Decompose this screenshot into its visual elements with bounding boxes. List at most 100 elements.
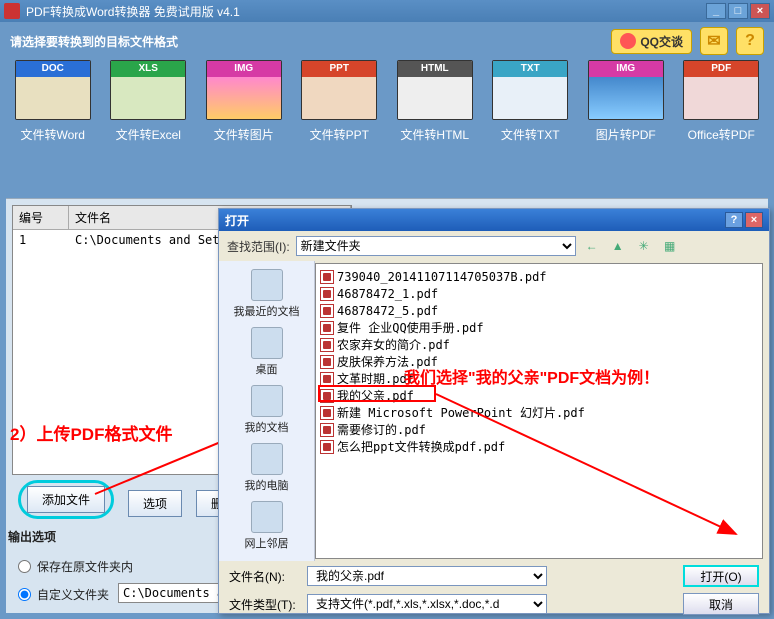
open-dialog: 打开 ? × 查找范围(I): 新建文件夹 ← ▲ ✳ ▦ 我最近的文档桌面我的… xyxy=(218,208,770,614)
back-icon[interactable]: ← xyxy=(582,236,602,256)
tile-label: 文件转图片 xyxy=(214,126,274,143)
pdf-icon xyxy=(320,270,334,284)
add-file-button[interactable]: 添加文件 xyxy=(27,486,105,513)
place-3[interactable]: 我的电脑 xyxy=(243,441,291,495)
format-tile-7[interactable]: PDFOffice转PDF xyxy=(683,60,761,143)
place-icon xyxy=(251,269,283,301)
file-name: 需要修订的.pdf xyxy=(337,421,426,438)
app-title: PDF转换成Word转换器 免费试用版 v4.1 xyxy=(26,3,704,20)
file-item[interactable]: 农家弃女的简介.pdf xyxy=(320,336,758,353)
radio-custom-input[interactable] xyxy=(18,588,31,601)
place-0[interactable]: 我最近的文档 xyxy=(232,267,302,321)
dialog-help-button[interactable]: ? xyxy=(725,212,743,228)
tile-label: 文件转PPT xyxy=(310,126,369,143)
pdf-icon xyxy=(320,338,334,352)
qq-label: QQ交谈 xyxy=(640,33,683,50)
options-button[interactable]: 选项 xyxy=(128,490,182,517)
app-icon xyxy=(4,3,20,19)
cell-number: 1 xyxy=(13,230,69,250)
filename-field[interactable]: 我的父亲.pdf xyxy=(307,566,547,586)
tile-label: Office转PDF xyxy=(688,126,755,143)
annotation-select: 我们选择"我的父亲"PDF文档为例！ xyxy=(404,364,659,388)
file-item[interactable]: 46878472_5.pdf xyxy=(320,302,758,319)
file-name: 46878472_5.pdf xyxy=(337,304,438,318)
place-label: 我的文档 xyxy=(245,419,289,435)
file-name: 46878472_1.pdf xyxy=(337,287,438,301)
file-item[interactable]: 复件 企业QQ使用手册.pdf xyxy=(320,319,758,336)
format-tile-1[interactable]: XLS文件转Excel xyxy=(110,60,188,143)
pdf-icon xyxy=(320,440,334,454)
close-button[interactable]: × xyxy=(750,3,770,19)
pdf-icon xyxy=(320,372,334,386)
messages-button[interactable]: ✉ xyxy=(700,27,728,55)
file-item[interactable]: 新建 Microsoft PowerPoint 幻灯片.pdf xyxy=(320,404,758,421)
format-tile-4[interactable]: HTML文件转HTML xyxy=(396,60,474,143)
place-2[interactable]: 我的文档 xyxy=(243,383,291,437)
radio-keep-folder[interactable]: 保存在原文件夹内 xyxy=(18,558,133,575)
col-number: 编号 xyxy=(13,206,69,229)
filename-label: 文件名(N): xyxy=(229,568,299,585)
place-icon xyxy=(251,443,283,475)
dialog-toolbar: 查找范围(I): 新建文件夹 ← ▲ ✳ ▦ xyxy=(219,231,769,261)
format-tile-5[interactable]: TXT文件转TXT xyxy=(492,60,570,143)
filetype-select[interactable]: 支持文件(*.pdf,*.xls,*.xlsx,*.doc,*.d xyxy=(307,594,547,614)
place-4[interactable]: 网上邻居 xyxy=(243,499,291,553)
help-button[interactable]: ? xyxy=(736,27,764,55)
open-button[interactable]: 打开(O) xyxy=(683,565,759,587)
tile-label: 图片转PDF xyxy=(596,126,656,143)
place-label: 我的电脑 xyxy=(245,477,289,493)
radio-custom-folder[interactable]: 自定义文件夹 xyxy=(18,586,109,603)
prompt-text: 请选择要转换到的目标文件格式 xyxy=(10,33,178,50)
radio-keep-input[interactable] xyxy=(18,560,31,573)
lookin-select[interactable]: 新建文件夹 xyxy=(296,236,576,256)
up-icon[interactable]: ▲ xyxy=(608,236,628,256)
new-folder-icon[interactable]: ✳ xyxy=(634,236,654,256)
file-item[interactable]: 需要修订的.pdf xyxy=(320,421,758,438)
place-1[interactable]: 桌面 xyxy=(249,325,285,379)
qq-chat-button[interactable]: QQ交谈 xyxy=(611,29,692,54)
dialog-titlebar: 打开 ? × xyxy=(219,209,769,231)
add-file-highlight: 添加文件 xyxy=(18,480,114,519)
file-item[interactable]: 739040_20141107114705037B.pdf xyxy=(320,268,758,285)
format-tile-0[interactable]: DOC文件转Word xyxy=(14,60,92,143)
place-icon xyxy=(251,385,283,417)
dialog-close-button[interactable]: × xyxy=(745,212,763,228)
annotation-upload: 2）上传PDF格式文件 xyxy=(10,420,172,445)
place-label: 我最近的文档 xyxy=(234,303,300,319)
pdf-icon xyxy=(320,287,334,301)
place-icon xyxy=(251,501,283,533)
file-item[interactable]: 46878472_1.pdf xyxy=(320,285,758,302)
format-tiles: DOC文件转WordXLS文件转ExcelIMG文件转图片PPT文件转PPTHT… xyxy=(0,60,774,157)
place-label: 桌面 xyxy=(256,361,278,377)
maximize-button[interactable]: □ xyxy=(728,3,748,19)
pdf-icon xyxy=(320,423,334,437)
minimize-button[interactable]: _ xyxy=(706,3,726,19)
filetype-label: 文件类型(T): xyxy=(229,596,299,613)
file-name: 农家弃女的简介.pdf xyxy=(337,336,450,353)
format-tile-2[interactable]: IMG文件转图片 xyxy=(205,60,283,143)
tile-label: 文件转TXT xyxy=(501,126,560,143)
file-name: 复件 企业QQ使用手册.pdf xyxy=(337,319,484,336)
app-titlebar: PDF转换成Word转换器 免费试用版 v4.1 _ □ × xyxy=(0,0,774,22)
pdf-icon xyxy=(320,355,334,369)
pdf-icon xyxy=(320,321,334,335)
place-label: 网上邻居 xyxy=(245,535,289,551)
dialog-title: 打开 xyxy=(225,212,249,229)
tile-label: 文件转Word xyxy=(21,126,85,143)
output-header: 输出选项 xyxy=(8,528,56,545)
format-tile-3[interactable]: PPT文件转PPT xyxy=(301,60,379,143)
pdf-icon xyxy=(320,304,334,318)
prompt-row: 请选择要转换到的目标文件格式 QQ交谈 ✉ ? xyxy=(0,22,774,60)
lookin-label: 查找范围(I): xyxy=(227,238,290,255)
file-name: 怎么把ppt文件转换成pdf.pdf xyxy=(337,438,505,455)
views-icon[interactable]: ▦ xyxy=(660,236,680,256)
cancel-button[interactable]: 取消 xyxy=(683,593,759,615)
tile-label: 文件转Excel xyxy=(116,126,181,143)
file-item[interactable]: 怎么把ppt文件转换成pdf.pdf xyxy=(320,438,758,455)
format-tile-6[interactable]: IMG图片转PDF xyxy=(587,60,665,143)
file-name: 739040_20141107114705037B.pdf xyxy=(337,270,547,284)
pdf-icon xyxy=(320,406,334,420)
places-bar: 我最近的文档桌面我的文档我的电脑网上邻居 xyxy=(219,261,315,561)
qq-icon xyxy=(620,33,636,49)
tile-label: 文件转HTML xyxy=(400,126,469,143)
